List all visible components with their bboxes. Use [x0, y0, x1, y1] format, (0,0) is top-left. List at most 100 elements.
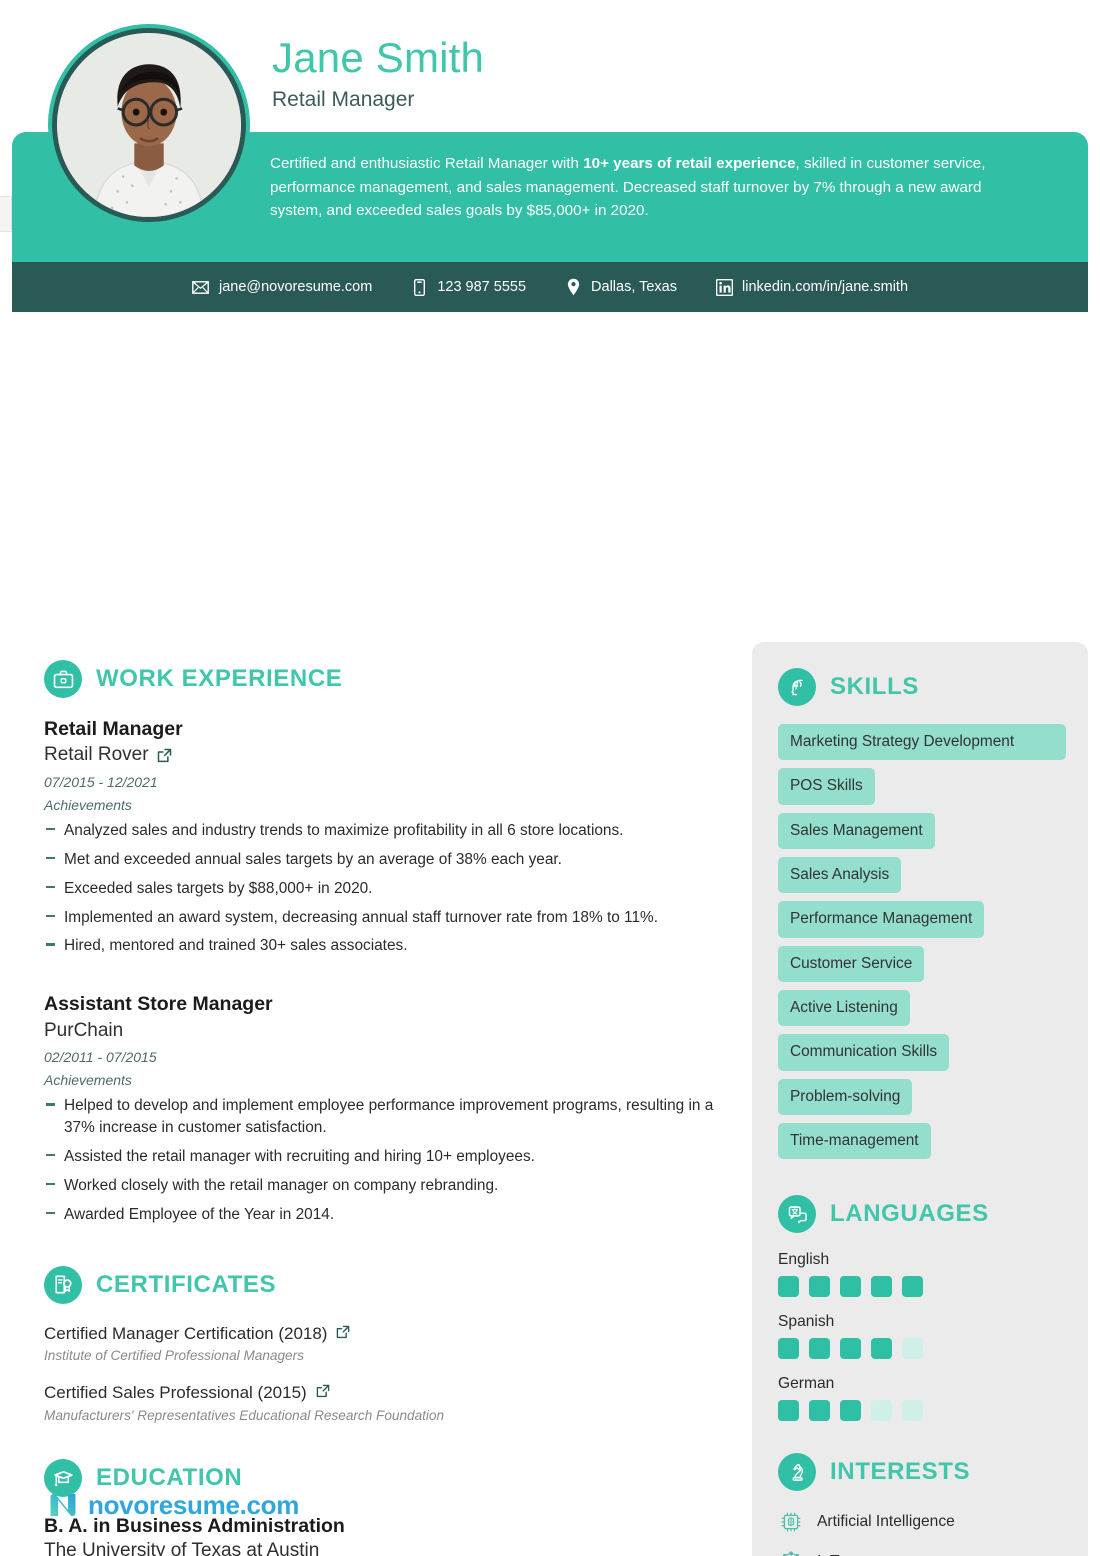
contact-location-value: Dallas, Texas [591, 279, 677, 295]
contact-linkedin[interactable]: linkedin.com/in/jane.smith [715, 277, 908, 297]
achievements-label: Achievements [44, 796, 132, 813]
level-dot [902, 1276, 923, 1298]
language-item: English [778, 1251, 1066, 1298]
skills-list: Marketing Strategy Development POS Skill… [778, 724, 1066, 1160]
level-dot [809, 1400, 830, 1422]
sidebar-panel: SKILLS Marketing Strategy Development PO… [752, 642, 1088, 1556]
work-company: PurChain [44, 1018, 716, 1045]
achievement-item: Analyzed sales and industry trends to ma… [44, 820, 716, 842]
work-company-name: Retail Rover [44, 744, 149, 766]
skill-chip: Sales Analysis [778, 856, 902, 894]
linkedin-icon [715, 277, 733, 297]
footer-branding[interactable]: novoresume.com [46, 1488, 299, 1522]
level-dot [809, 1338, 830, 1360]
achievement-item: Helped to develop and implement employee… [44, 1095, 716, 1139]
certificate-name-row: Certified Manager Certification (2018) [44, 1322, 716, 1346]
novoresume-wordmark: novoresume.com [88, 1489, 300, 1520]
level-dot [840, 1400, 861, 1422]
interests-heading: INTERESTS [778, 1453, 1066, 1492]
skill-chip: Problem-solving [778, 1078, 913, 1115]
languages-title: LANGUAGES [830, 1200, 989, 1228]
achievement-item: Assisted the retail manager with recruit… [44, 1146, 716, 1168]
work-entry: Retail Manager Retail Rover 07/2015 - 12… [44, 716, 716, 957]
certificate-name-row: Certified Sales Professional (2015) [44, 1381, 716, 1405]
section-languages: LANGUAGES English Spanish German [778, 1195, 1066, 1422]
work-experience-title: WORK EXPERIENCE [96, 665, 343, 692]
skill-chip: Marketing Strategy Development [778, 724, 1066, 761]
location-pin-icon [564, 277, 582, 297]
level-dot [778, 1276, 799, 1298]
resume-header: Jane Smith Retail Manager Certified and … [0, 0, 1100, 312]
section-skills: SKILLS Marketing Strategy Development PO… [778, 668, 1066, 1160]
certificate-organization: Institute of Certified Professional Mana… [44, 1348, 304, 1364]
candidate-name: Jane Smith [272, 34, 485, 81]
section-certificates: CERTIFICATES Certified Manager Certifica… [44, 1265, 716, 1424]
skill-chip: Customer Service [778, 945, 925, 982]
language-name: English [778, 1251, 830, 1269]
external-link-icon[interactable] [157, 748, 172, 763]
summary-text-bold: 10+ years of retail experience [583, 155, 796, 172]
education-school: The University of Texas at Austin [44, 1540, 320, 1556]
certificate-icon [44, 1265, 82, 1304]
certificate-item: Certified Manager Certification (2018) I… [44, 1322, 716, 1364]
certificate-name: Certified Sales Professional (2015) [44, 1383, 307, 1403]
interest-item: Artificial Intelligence [778, 1509, 1066, 1535]
skill-chip: Time-management [778, 1122, 931, 1160]
contact-phone[interactable]: 123 987 5555 [410, 277, 526, 297]
achievement-item: Implemented an award system, decreasing … [44, 907, 716, 929]
contact-phone-value: 123 987 5555 [437, 279, 527, 295]
interests-title: INTERESTS [830, 1458, 971, 1486]
language-level-dots [778, 1276, 1066, 1298]
level-dot [871, 1276, 892, 1298]
languages-heading: LANGUAGES [778, 1195, 1066, 1234]
translate-icon [778, 1195, 816, 1234]
avatar [52, 28, 246, 222]
language-item: German [778, 1375, 1066, 1422]
work-company-name: PurChain [44, 1019, 124, 1041]
level-dot [871, 1400, 892, 1422]
level-dot [902, 1400, 923, 1422]
level-dot [778, 1338, 799, 1360]
work-position: Retail Manager [44, 718, 183, 740]
level-dot [902, 1338, 923, 1360]
work-company: Retail Rover [44, 742, 716, 769]
interest-label: Artificial Intelligence [817, 1513, 955, 1531]
contact-email-value: jane@novoresume.com [218, 279, 373, 295]
language-name: Spanish [778, 1313, 835, 1331]
contact-bar: jane@novoresume.com 123 987 5555 Dallas,… [12, 262, 1088, 312]
work-dates: 07/2015 - 12/2021 [44, 773, 158, 790]
candidate-job-title: Retail Manager [272, 88, 415, 112]
briefcase-icon [44, 660, 82, 698]
phone-icon [410, 277, 428, 297]
achievement-item: Awarded Employee of the Year in 2014. [44, 1204, 716, 1226]
certificate-organization: Manufacturers' Representatives Education… [44, 1408, 445, 1424]
certificates-title: CERTIFICATES [96, 1270, 277, 1298]
work-achievements-list: Analyzed sales and industry trends to ma… [44, 820, 716, 957]
work-dates: 02/2011 - 07/2015 [44, 1049, 157, 1066]
chess-knight-icon [778, 1453, 816, 1492]
level-dot [778, 1400, 799, 1422]
summary-text-pre: Certified and enthusiastic Retail Manage… [270, 155, 584, 172]
contact-location[interactable]: Dallas, Texas [564, 277, 677, 297]
skill-chip: Performance Management [778, 901, 985, 938]
achievement-item: Worked closely with the retail manager o… [44, 1175, 716, 1197]
language-name: German [778, 1375, 835, 1393]
contact-linkedin-value: linkedin.com/in/jane.smith [742, 279, 909, 295]
certificates-heading: CERTIFICATES [44, 1265, 716, 1304]
certificate-name: Certified Manager Certification (2018) [44, 1323, 328, 1343]
skill-chip: Sales Management [778, 812, 935, 849]
work-position: Assistant Store Manager [44, 993, 273, 1016]
language-level-dots [778, 1338, 1066, 1360]
achievement-item: Hired, mentored and trained 30+ sales as… [44, 935, 716, 957]
external-link-icon[interactable] [316, 1381, 330, 1405]
identity-block: Jane Smith Retail Manager [272, 34, 485, 112]
section-interests: INTERESTS Artificial Intelligence IoT [778, 1453, 1066, 1556]
envelope-icon [192, 277, 210, 297]
level-dot [840, 1276, 861, 1298]
interest-item: IoT [778, 1549, 1066, 1556]
skill-chip: Communication Skills [778, 1034, 950, 1071]
external-link-icon[interactable] [336, 1322, 350, 1346]
contact-email[interactable]: jane@novoresume.com [192, 277, 372, 297]
level-dot [871, 1338, 892, 1360]
achievement-item: Exceeded sales targets by $88,000+ in 20… [44, 878, 716, 900]
